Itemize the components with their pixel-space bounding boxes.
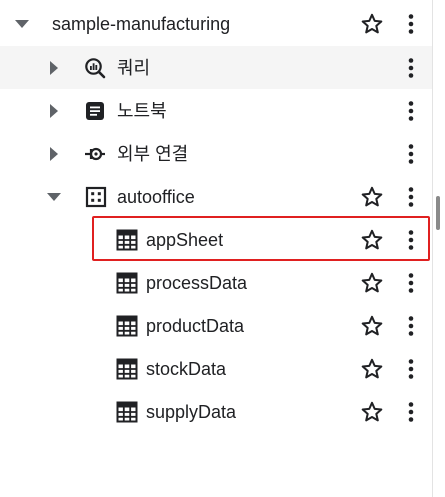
dataset-label: autooffice	[117, 186, 195, 207]
table-icon	[116, 272, 138, 294]
collapse-caret-icon[interactable]	[44, 58, 64, 78]
more-options-icon[interactable]	[399, 56, 423, 80]
table-icon	[116, 401, 138, 423]
more-options-icon[interactable]	[399, 314, 423, 338]
external-connections-row[interactable]: 외부 연결	[0, 132, 432, 175]
dataset-icon	[85, 186, 107, 207]
more-options-icon[interactable]	[399, 12, 423, 36]
table-icon	[116, 229, 138, 251]
more-options-icon[interactable]	[399, 400, 423, 424]
table-icon	[116, 315, 138, 337]
table-row[interactable]: productData	[0, 304, 432, 347]
star-icon[interactable]	[360, 314, 384, 338]
star-icon[interactable]	[360, 228, 384, 252]
table-row[interactable]: appSheet	[0, 218, 432, 261]
table-label: stockData	[146, 358, 227, 379]
table-label: processData	[146, 272, 248, 293]
star-icon[interactable]	[360, 12, 384, 36]
query-icon	[85, 57, 106, 78]
project-row[interactable]: sample-manufacturing	[0, 2, 432, 45]
table-label: supplyData	[146, 401, 237, 422]
table-label: productData	[146, 315, 245, 336]
star-icon[interactable]	[360, 357, 384, 381]
star-icon[interactable]	[360, 271, 384, 295]
more-options-icon[interactable]	[399, 357, 423, 381]
queries-label: 쿼리	[117, 57, 151, 78]
notebooks-label: 노트북	[117, 100, 167, 121]
star-icon[interactable]	[360, 185, 384, 209]
external-connection-icon	[85, 147, 105, 160]
expand-caret-icon[interactable]	[12, 14, 32, 34]
more-options-icon[interactable]	[399, 142, 423, 166]
table-label: appSheet	[146, 229, 224, 250]
external-connections-label: 외부 연결	[117, 143, 189, 164]
collapse-caret-icon[interactable]	[44, 144, 64, 164]
queries-row[interactable]: 쿼리	[0, 46, 432, 89]
notebook-icon	[86, 101, 104, 120]
table-icon	[116, 358, 138, 380]
project-label: sample-manufacturing	[52, 13, 231, 34]
more-options-icon[interactable]	[399, 99, 423, 123]
more-options-icon[interactable]	[399, 228, 423, 252]
collapse-caret-icon[interactable]	[44, 101, 64, 121]
expand-caret-icon[interactable]	[44, 187, 64, 207]
table-row[interactable]: processData	[0, 261, 432, 304]
dataset-row[interactable]: autooffice	[0, 175, 432, 218]
more-options-icon[interactable]	[399, 271, 423, 295]
star-icon[interactable]	[360, 400, 384, 424]
table-row[interactable]: stockData	[0, 347, 432, 390]
explorer-tree: sample-manufacturing 쿼리 노트북 외부 연결 autoof…	[0, 0, 433, 497]
more-options-icon[interactable]	[399, 185, 423, 209]
scrollbar-thumb[interactable]	[436, 196, 440, 230]
table-row[interactable]: supplyData	[0, 390, 432, 433]
notebooks-row[interactable]: 노트북	[0, 89, 432, 132]
